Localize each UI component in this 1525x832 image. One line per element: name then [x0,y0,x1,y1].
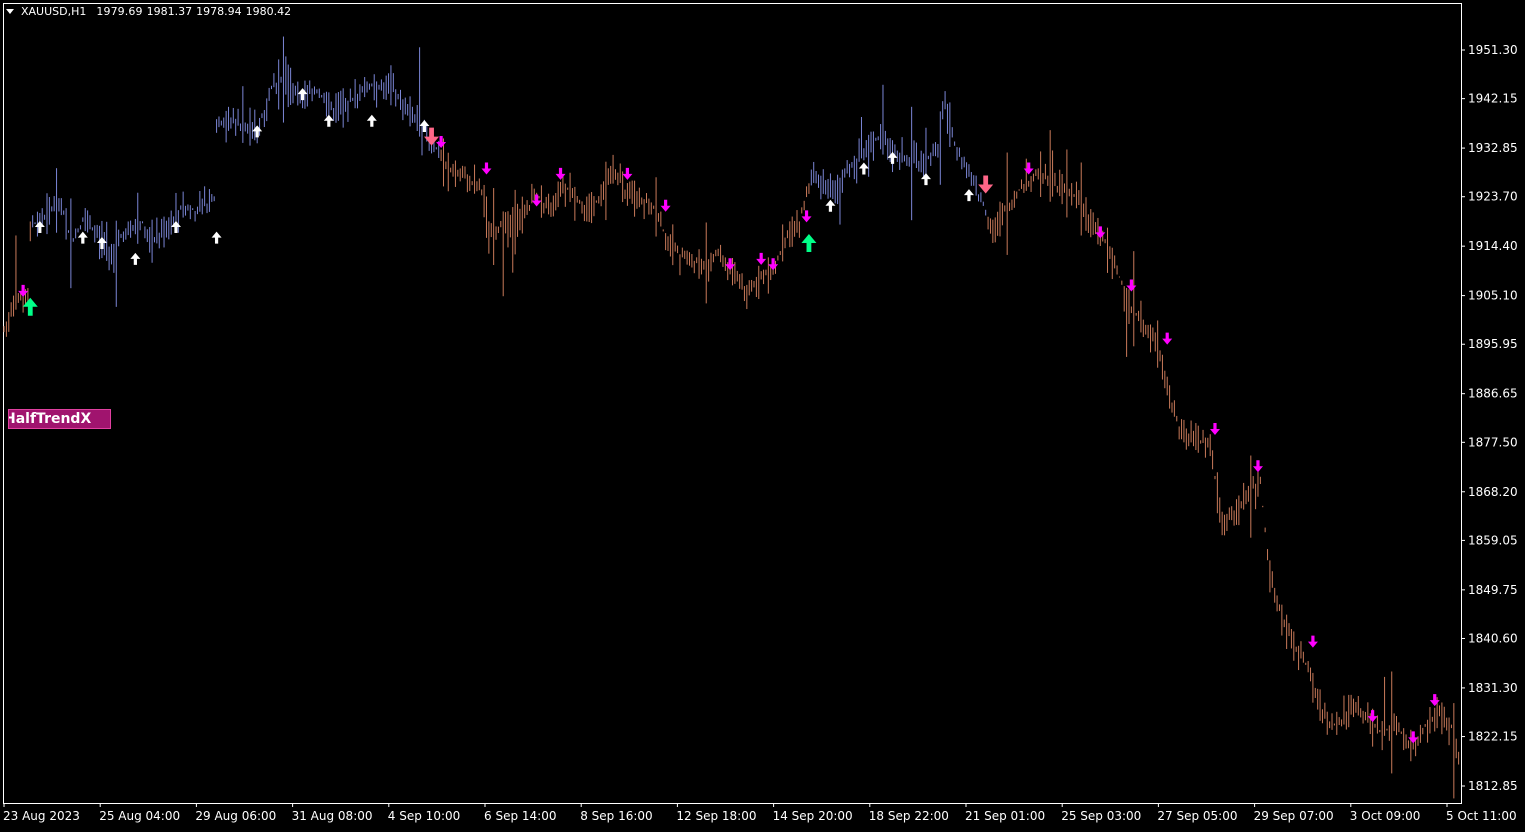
time-tick-label: 12 Sep 18:00 [676,809,756,823]
price-tick-label: 1812.85 [1468,779,1518,793]
time-tick-label: 25 Aug 04:00 [99,809,180,823]
time-tick-label: 27 Sep 05:00 [1157,809,1237,823]
price-tick-label: 1859.05 [1468,533,1518,547]
price-chart[interactable]: 1951.30 1942.15 1932.85 1923.70 1914.40 1905.… [0,0,1525,828]
chart-frame [3,3,1462,804]
time-tick-label: 29 Sep 07:00 [1254,809,1334,823]
price-tick-label: 1831.30 [1468,681,1518,695]
ohlc-high: 1981.37 [146,5,193,18]
price-tick-label: 1914.40 [1468,239,1518,253]
time-tick-label: 25 Sep 03:00 [1061,809,1141,823]
time-tick-label: 4 Sep 10:00 [388,809,460,823]
price-tick-label: 1840.60 [1468,631,1518,645]
price-tick-label: 1932.85 [1468,141,1518,155]
price-tick-label: 1923.70 [1468,190,1518,204]
time-tick-label: 3 Oct 09:00 [1350,809,1421,823]
symbol-label: XAUUSD,H1 [21,5,87,18]
time-tick-label: 31 Aug 08:00 [292,809,373,823]
ohlc-close: 1980.42 [245,5,292,18]
ohlc-low: 1978.94 [196,5,242,18]
price-tick-label: 1895.95 [1468,337,1518,351]
price-tick-label: 1886.65 [1468,387,1518,401]
time-axis[interactable]: 23 Aug 2023 25 Aug 04:00 29 Aug 06:00 31 Au… [3,803,1517,823]
ohlc-open: 1979.69 [96,5,143,18]
time-tick-label: 29 Aug 06:00 [195,809,276,823]
time-tick-label: 8 Sep 16:00 [580,809,652,823]
price-tick-label: 1951.30 [1468,43,1518,57]
chart-header: XAUUSD,H1 1979.69 1981.37 1978.94 1980.4… [6,5,291,18]
price-tick-label: 1905.10 [1468,289,1518,303]
time-tick-label: 23 Aug 2023 [3,809,80,823]
price-tick-label: 1877.50 [1468,435,1518,449]
time-tick-label: 14 Sep 20:00 [773,809,853,823]
time-tick-label: 21 Sep 01:00 [965,809,1045,823]
price-axis[interactable]: 1951.30 1942.15 1932.85 1923.70 1914.40 1905.… [1461,43,1518,793]
price-tick-label: 1822.15 [1468,730,1518,744]
time-tick-label: 18 Sep 22:00 [869,809,949,823]
chevron-down-icon[interactable] [6,9,14,14]
price-tick-label: 1942.15 [1468,92,1518,106]
indicator-label[interactable]: HalfTrendX [8,409,111,429]
chart-window[interactable]: 1951.30 1942.15 1932.85 1923.70 1914.40 1905.… [0,0,1525,828]
price-tick-label: 1849.75 [1468,583,1518,597]
time-tick-label: 6 Sep 14:00 [484,809,556,823]
time-tick-label: 5 Oct 11:00 [1446,809,1517,823]
price-tick-label: 1868.20 [1468,485,1518,499]
